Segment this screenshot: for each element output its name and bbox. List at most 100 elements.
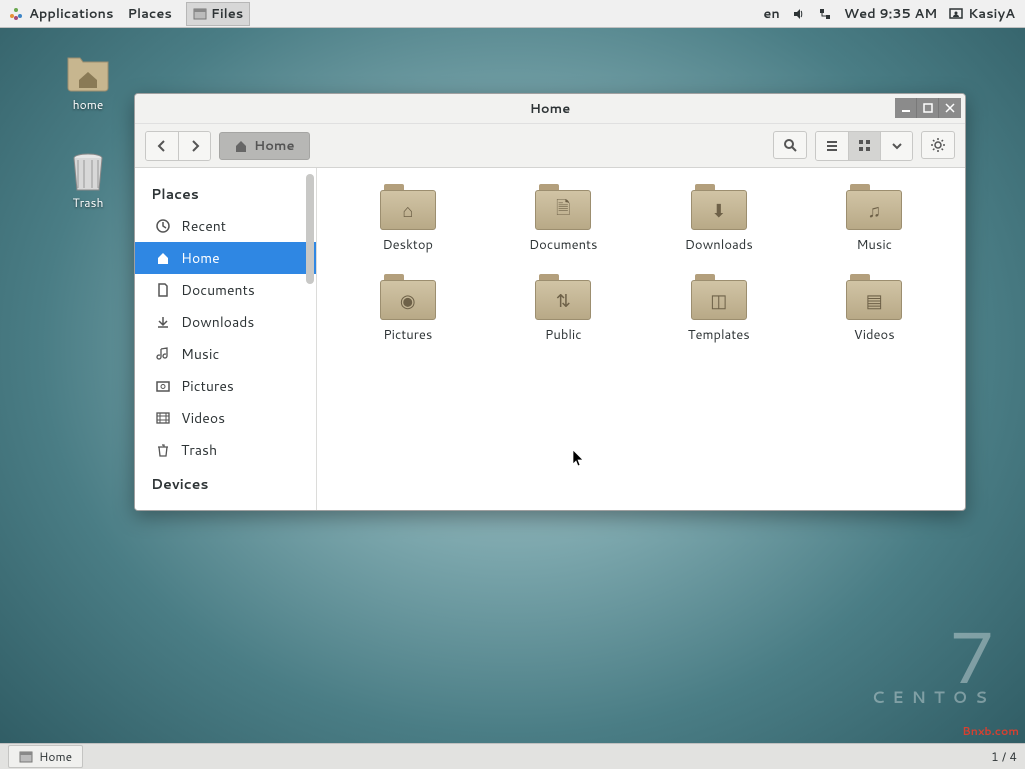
list-view-button[interactable] [816,132,848,160]
sidebar-item-label: Downloads [181,312,254,332]
folder-icon: ◫ [691,274,747,320]
folder-icon: ◉ [380,274,436,320]
forward-button[interactable] [178,132,210,160]
sidebar-item-label: Documents [181,280,255,300]
sidebar-item-recent[interactable]: Recent [135,210,316,242]
clock-icon [155,218,171,234]
folder-icon: ⇅ [535,274,591,320]
folder-icon: ⌂ [380,184,436,230]
folder-desktop[interactable]: ⌂ Desktop [335,184,481,254]
sidebar-item-home[interactable]: Home [135,242,316,274]
settings-button[interactable] [921,131,955,159]
maximize-button[interactable] [917,98,939,118]
folder-view[interactable]: ⌂ Desktop 🗎Documents ⬇ Downloads ♫ Music ◉ Pictu… [317,168,965,510]
search-button[interactable] [773,131,807,159]
folder-label: Pictures [383,326,432,344]
user-icon [949,7,963,21]
grid-icon [858,139,872,153]
music-icon [155,346,171,362]
distro-icon [8,6,24,22]
keyboard-indicator[interactable]: en [763,5,779,23]
window-titlebar[interactable]: Home [135,94,965,124]
down-icon [155,314,171,330]
folder-music[interactable]: ♫ Music [802,184,948,254]
sidebar-header-devices: Devices [135,466,316,500]
chevron-down-icon [891,140,903,152]
computer-icon [155,508,171,511]
taskbar-home-button[interactable]: Home [8,745,83,768]
pic-icon [155,378,171,394]
folder-pictures[interactable]: ◉ Pictures [335,274,481,344]
close-button[interactable] [939,98,961,118]
applications-menu[interactable]: Applications [8,5,113,23]
volume-icon[interactable] [792,7,806,21]
sidebar-item-label: Music [181,344,219,364]
folder-label: Public [545,326,582,344]
folder-home-icon [65,52,111,92]
file-manager-icon [193,7,207,21]
places-menu[interactable]: Places [127,5,171,23]
sidebar-item-trash[interactable]: Trash [135,434,316,466]
bottom-panel: Home 1 / 4 [0,743,1025,769]
sidebar-item-computer[interactable]: Computer [135,500,316,511]
folder-icon: 🗎 [535,184,591,230]
folder-documents[interactable]: 🗎Documents [491,184,637,254]
home-icon [234,139,248,153]
sidebar-item-label: Trash [181,440,217,460]
back-button[interactable] [146,132,178,160]
sidebar-item-label: Pictures [181,376,234,396]
sidebar-item-music[interactable]: Music [135,338,316,370]
folder-downloads[interactable]: ⬇ Downloads [646,184,792,254]
trash-icon [68,152,108,194]
desktop-home-icon[interactable]: home [48,52,128,113]
folder-label: Templates [688,326,750,344]
sidebar-item-label: Recent [181,216,226,236]
file-manager-icon [19,750,33,764]
toolbar: Home [135,124,965,168]
workspace-pager[interactable]: 1 / 4 [991,748,1017,765]
folder-videos[interactable]: ▤ Videos [802,274,948,344]
folder-templates[interactable]: ◫ Templates [646,274,792,344]
sidebar-item-documents[interactable]: Documents [135,274,316,306]
file-manager-window: Home Home Places Rece [134,93,966,511]
sidebar-item-downloads[interactable]: Downloads [135,306,316,338]
folder-icon: ▤ [846,274,902,320]
sidebar-item-pictures[interactable]: Pictures [135,370,316,402]
clock[interactable]: Wed 9:35 AM [844,5,937,23]
files-app-button[interactable]: Files [186,2,250,26]
chevron-left-icon [157,140,167,152]
sidebar: Places Recent Home Documents Downloads Music… [135,168,317,510]
user-menu[interactable]: KasiyA [949,5,1015,23]
minimize-button[interactable] [895,98,917,118]
video-icon [155,410,171,426]
top-panel: Applications Places Files en Wed 9:35 AM… [0,0,1025,28]
sidebar-item-label: Computer [181,506,245,511]
centos-branding: 7 CENTOS [872,628,995,709]
folder-label: Music [856,236,892,254]
sidebar-item-label: Home [181,248,220,268]
window-title: Home [530,100,571,118]
path-home-button[interactable]: Home [219,132,310,160]
folder-icon: ⬇ [691,184,747,230]
search-icon [783,138,797,152]
desktop-trash-icon[interactable]: Trash [48,152,128,211]
grid-view-button[interactable] [848,132,880,160]
folder-label: Desktop [382,236,433,254]
sidebar-header-places: Places [135,176,316,210]
sidebar-item-videos[interactable]: Videos [135,402,316,434]
list-icon [825,139,839,153]
trash-icon [155,442,171,458]
sidebar-item-label: Videos [181,408,225,428]
doc-icon [155,282,171,298]
folder-icon: ♫ [846,184,902,230]
folder-public[interactable]: ⇅ Public [491,274,637,344]
home-icon [155,250,171,266]
gear-icon [930,137,946,153]
watermark: Bnxb.com [962,723,1019,739]
sidebar-scrollbar[interactable] [306,174,314,284]
folder-label: Videos [854,326,895,344]
view-options-button[interactable] [880,132,912,160]
network-icon[interactable] [818,7,832,21]
folder-label: Downloads [685,236,753,254]
chevron-right-icon [190,140,200,152]
